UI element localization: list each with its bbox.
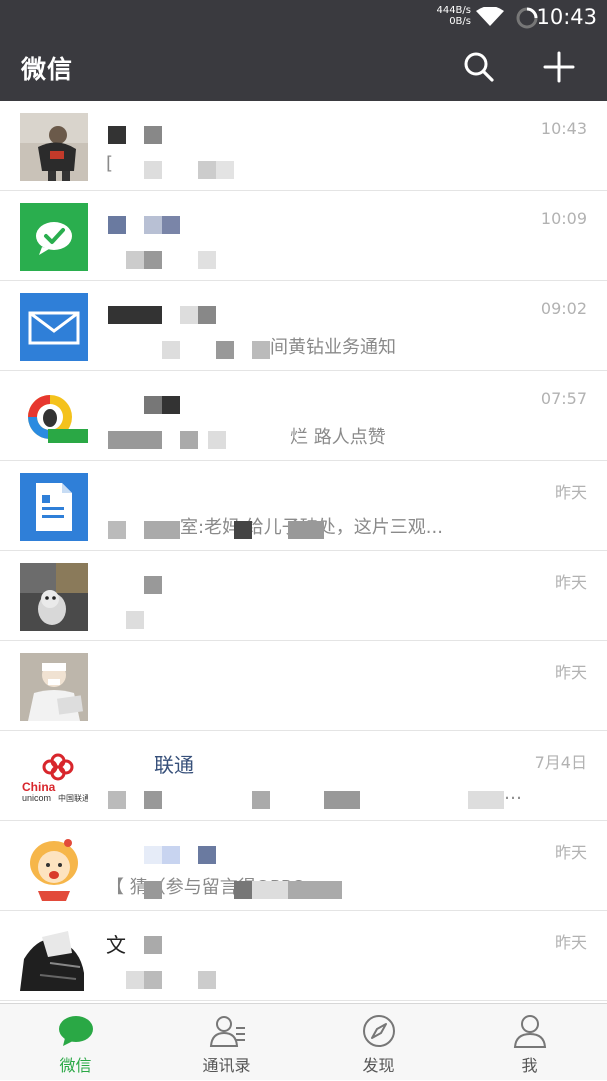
loading-ring-icon (516, 7, 538, 29)
chat-time: 07:57 (540, 389, 587, 408)
app-header: 微信 (0, 34, 607, 101)
chat-preview: … (504, 783, 522, 804)
chat-row[interactable]: China unicom 中国联通 联通 … 7月4日 (0, 731, 607, 821)
chat-list[interactable]: [ 10:43 10:09 间黄钻业务通知 09:02 烂 路人点赞 07:57… (0, 101, 607, 1003)
tab-wechat[interactable]: 微信 (0, 1004, 151, 1081)
avatar (20, 923, 88, 991)
chat-row[interactable]: [ 10:43 (0, 101, 607, 191)
chat-row[interactable]: 10:09 (0, 191, 607, 281)
avatar (20, 113, 88, 181)
app-title: 微信 (21, 55, 74, 84)
chat-time: 7月4日 (534, 753, 587, 772)
tab-label: 我 (521, 1056, 538, 1075)
chat-row[interactable]: 烂 路人点赞 07:57 (0, 371, 607, 461)
chat-row[interactable]: 【 猜（参与留言得OPPO... 昨天 (0, 821, 607, 911)
chat-bubble-icon (59, 1016, 93, 1046)
tab-label: 通讯录 (202, 1056, 251, 1075)
chat-time: 昨天 (554, 483, 587, 502)
chat-preview: 烂 路人点赞 (290, 427, 386, 448)
compass-icon (363, 1015, 395, 1047)
avatar (20, 203, 88, 271)
avatar (20, 293, 88, 361)
person-icon (513, 1015, 547, 1048)
avatar (20, 833, 88, 901)
chat-time: 10:09 (540, 209, 587, 228)
avatar (20, 473, 88, 541)
tab-contacts[interactable]: 通讯录 (151, 1004, 302, 1081)
chat-preview: [ (106, 153, 114, 174)
chat-row[interactable]: 间黄钻业务通知 09:02 (0, 281, 607, 371)
bottom-tab-bar: 微信 通讯录 发现 我 (0, 1003, 607, 1080)
svg-text:unicom: unicom (22, 793, 51, 803)
chat-time: 10:43 (540, 119, 587, 138)
tab-label: 发现 (362, 1056, 395, 1075)
status-clock: 10:43 (536, 5, 597, 29)
chat-row[interactable]: 室:老妈 给儿子破处，这片三观... 昨天 (0, 461, 607, 551)
network-speed: 444B/s 0B/s (436, 5, 471, 27)
search-icon[interactable] (463, 51, 495, 83)
plus-icon[interactable] (543, 51, 575, 83)
avatar (20, 383, 88, 451)
chat-time: 昨天 (554, 933, 587, 952)
avatar (20, 563, 88, 631)
tab-me[interactable]: 我 (454, 1004, 605, 1081)
net-speed-down: 0B/s (449, 16, 471, 27)
avatar: China unicom 中国联通 (20, 743, 88, 811)
tab-label: 微信 (59, 1056, 92, 1075)
chat-name: 联通 (154, 753, 194, 777)
net-speed-up: 444B/s (436, 5, 471, 16)
chat-time: 昨天 (554, 573, 587, 592)
svg-text:中国联通: 中国联通 (58, 793, 88, 803)
chat-preview: 间黄钻业务通知 (270, 337, 396, 358)
chat-time: 昨天 (554, 663, 587, 682)
chat-row[interactable]: 昨天 (0, 641, 607, 731)
tab-discover[interactable]: 发现 (303, 1004, 454, 1081)
wifi-icon (476, 7, 504, 26)
svg-text:China: China (22, 780, 56, 794)
chat-row[interactable]: 昨天 (0, 551, 607, 641)
chat-row[interactable]: 文 昨天 (0, 911, 607, 1001)
status-bar: 444B/s 0B/s 10:43 (0, 0, 607, 34)
contacts-icon (209, 1016, 245, 1047)
avatar (20, 653, 88, 721)
chat-name: 文 (106, 933, 126, 957)
chat-time: 09:02 (540, 299, 587, 318)
chat-time: 昨天 (554, 843, 587, 862)
